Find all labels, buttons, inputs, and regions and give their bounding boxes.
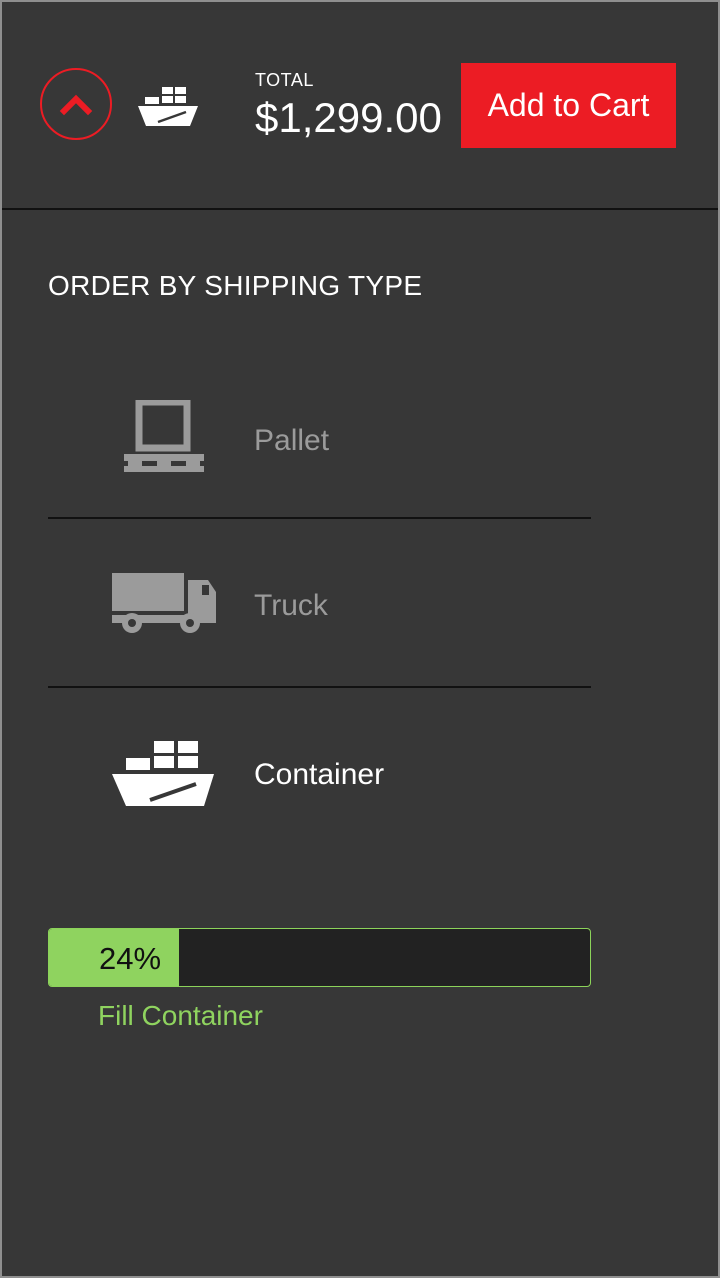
total-value: $1,299.00: [255, 94, 442, 141]
shipping-option-label: Truck: [254, 589, 328, 622]
total-label: TOTAL: [255, 70, 314, 90]
add-to-cart-button[interactable]: Add to Cart: [461, 63, 676, 148]
truck-icon: [112, 573, 216, 633]
shipping-option-label: Container: [254, 758, 385, 791]
pallet-icon: [124, 400, 204, 472]
shipping-option-container[interactable]: Container: [48, 732, 591, 822]
progress-percent: 24%: [99, 941, 162, 976]
collapse-button[interactable]: [40, 68, 112, 140]
fill-container-link[interactable]: Fill Container: [98, 1000, 263, 1032]
header-bar: TOTAL $1,299.00 Add to Cart: [2, 2, 718, 210]
container-ship-icon: [112, 741, 214, 806]
divider: [48, 517, 591, 519]
section-title: ORDER BY SHIPPING TYPE: [48, 270, 423, 301]
chevron-up-icon: [59, 94, 93, 116]
container-ship-icon: [138, 87, 198, 126]
app-screen: TOTAL $1,299.00 Add to Cart ORDER BY SHI…: [0, 0, 720, 1278]
container-fill-progress: 24%: [48, 928, 591, 987]
shipping-option-pallet[interactable]: Pallet: [48, 392, 591, 492]
shipping-option-truck[interactable]: Truck: [48, 562, 591, 652]
shipping-option-label: Pallet: [254, 424, 330, 457]
divider: [48, 686, 591, 688]
